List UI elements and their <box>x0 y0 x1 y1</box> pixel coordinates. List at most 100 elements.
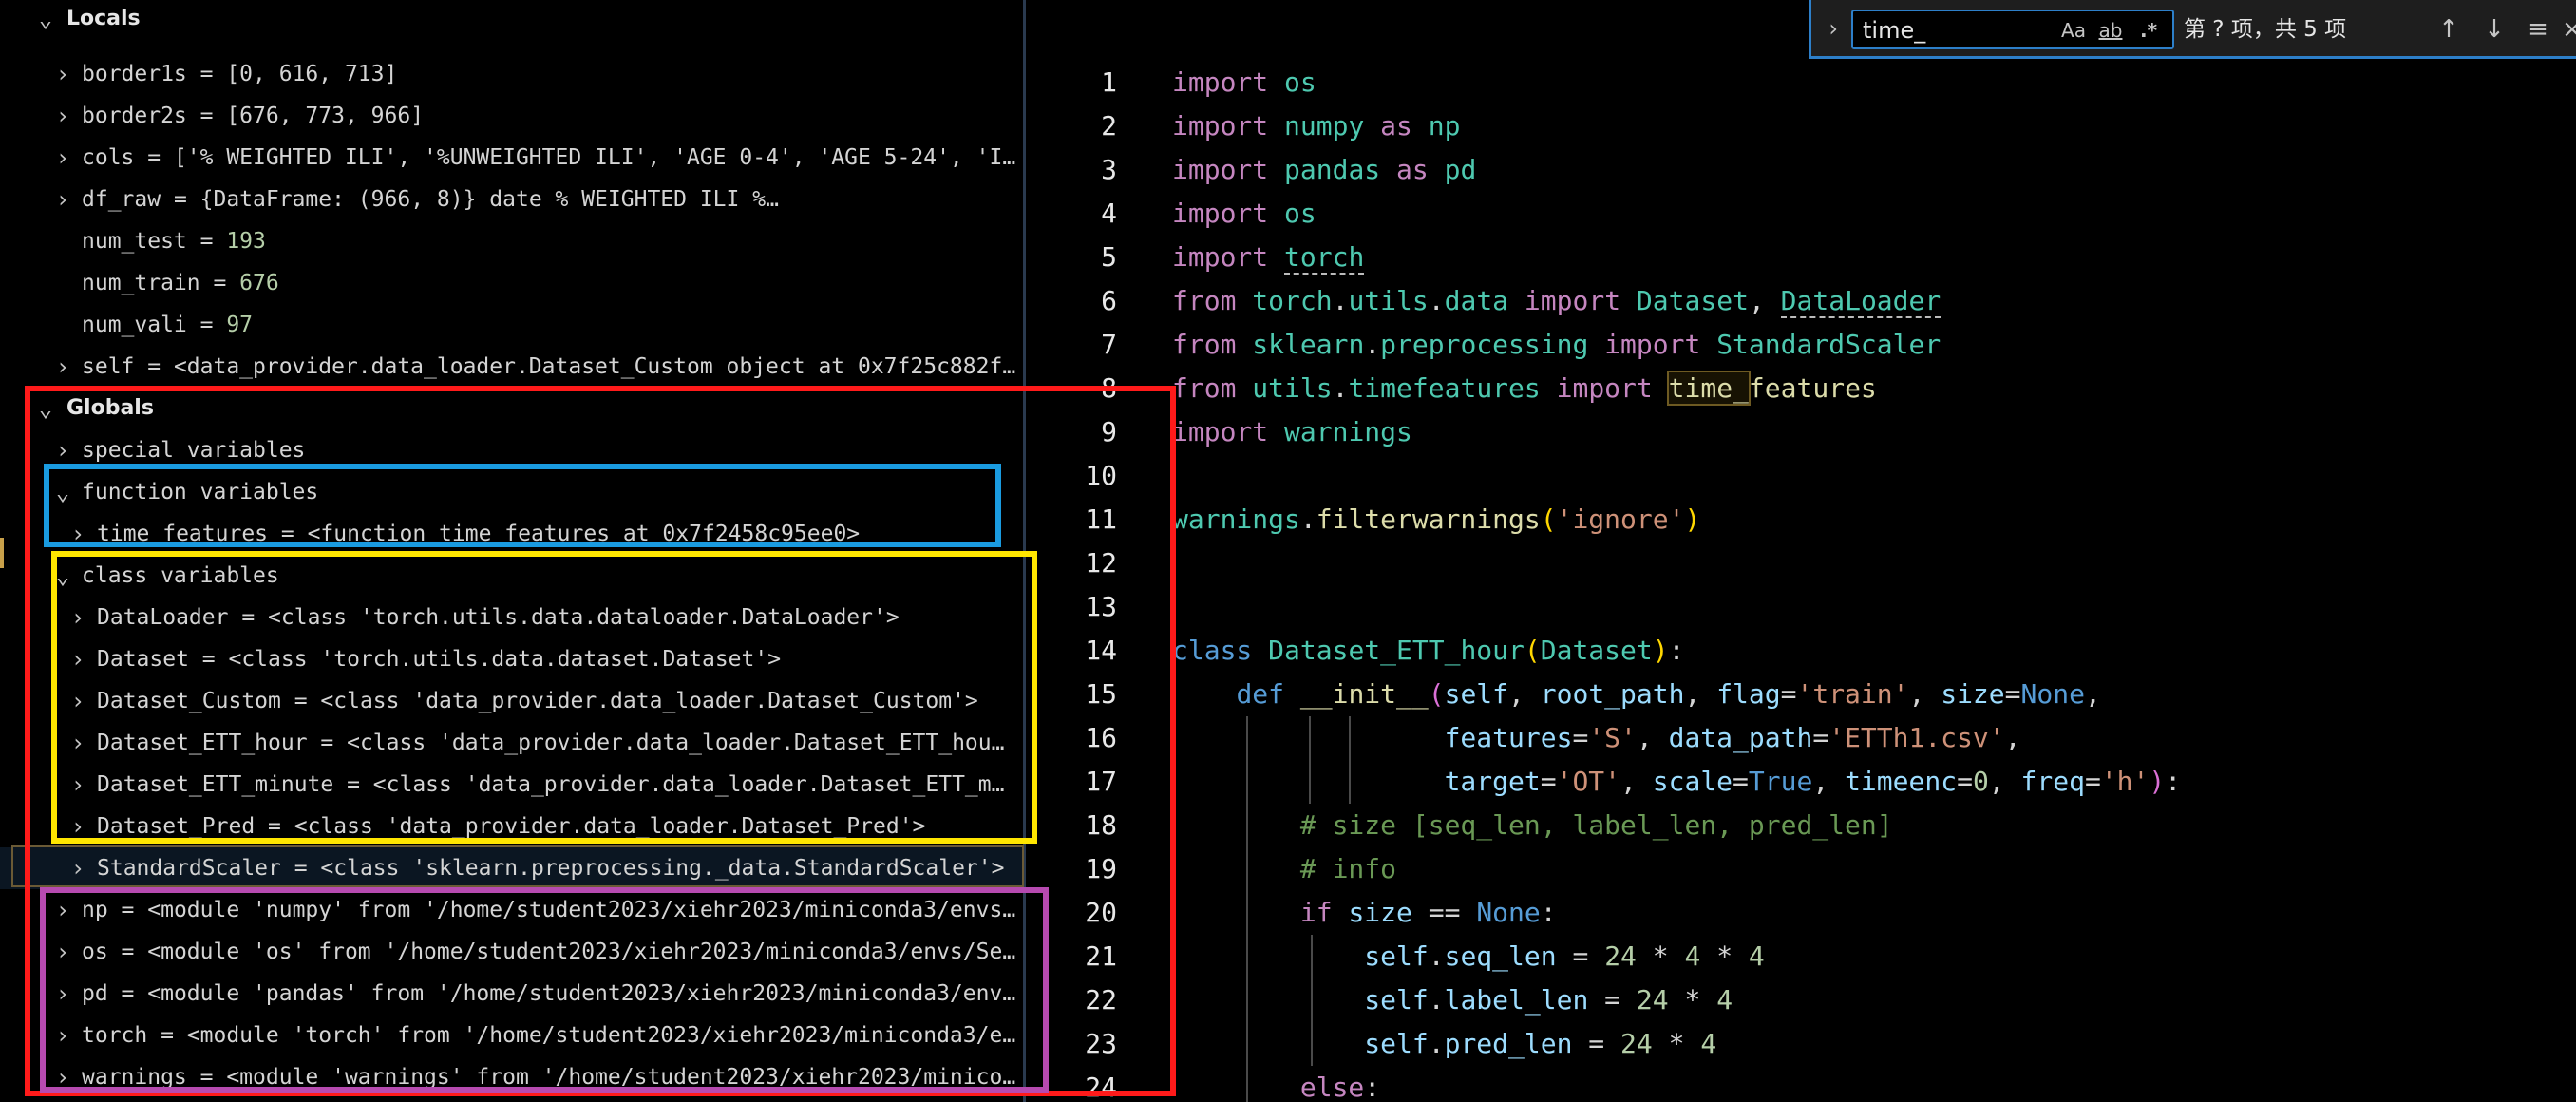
variable-row[interactable]: › torch = <module 'torch' from '/home/st… <box>0 1015 1022 1056</box>
variable-row[interactable]: › df_raw = {DataFrame: (966, 8)} date % … <box>0 179 1022 220</box>
variable-row[interactable]: › Dataset_ETT_minute = <class 'data_prov… <box>0 764 1022 806</box>
variable-row[interactable]: › np = <module 'numpy' from '/home/stude… <box>0 889 1022 931</box>
code-editor[interactable]: 1 2 3 4 5 6 7 8 9 10 11 12 13 14 15 16 1… <box>1026 0 2576 1102</box>
variable-name: Dataset_Custom <box>97 689 281 713</box>
chevron-right-icon: › <box>55 1022 70 1049</box>
line-number: 3 <box>1101 154 1117 185</box>
code-line[interactable]: self.pred_len = 24 * 4 <box>1172 1022 1716 1066</box>
code-line[interactable]: from utils.timefeatures import time_feat… <box>1172 367 1877 410</box>
variable-value: <class 'data_provider.data_loader.Datase… <box>372 772 1016 797</box>
variable-row[interactable]: › os = <module 'os' from '/home/student2… <box>0 931 1022 973</box>
variable-value: 193 <box>226 229 266 254</box>
line-number: 14 <box>1085 635 1117 666</box>
code-line[interactable]: from sklearn.preprocessing import Standa… <box>1172 323 1941 367</box>
variable-row[interactable]: num_test = 193 <box>0 220 1022 262</box>
line-number: 20 <box>1085 897 1117 928</box>
variable-row[interactable]: › time_features = <function time_feature… <box>0 513 1022 555</box>
chevron-right-icon: › <box>55 939 70 965</box>
find-in-selection-icon[interactable]: ≡ <box>2522 13 2554 46</box>
scope-globals[interactable]: ⌄ Globals <box>0 388 1022 429</box>
variable-row[interactable]: › self = <data_provider.data_loader.Data… <box>0 346 1022 388</box>
chevron-right-icon: › <box>70 688 85 714</box>
scope-locals[interactable]: ⌄ Locals <box>0 0 1022 40</box>
variable-name: StandardScaler <box>97 856 281 881</box>
code-line[interactable]: # info <box>1172 847 1396 891</box>
line-number: 22 <box>1085 984 1117 1016</box>
code-line[interactable]: import warnings <box>1172 410 1412 454</box>
code-line[interactable]: import numpy as np <box>1172 104 1460 148</box>
focus-indicator <box>0 538 4 568</box>
variable-name: Dataset_ETT_minute <box>97 772 334 797</box>
code-line[interactable]: self.seq_len = 24 * 4 * 4 <box>1172 935 1764 978</box>
special-variables-group[interactable]: › special variables <box>0 429 1022 471</box>
variable-row[interactable]: › border1s = [0, 616, 713] <box>0 53 1022 95</box>
variable-name: num_vali <box>82 313 187 337</box>
chevron-down-icon: ⌄ <box>55 479 70 505</box>
line-number: 6 <box>1101 285 1117 316</box>
code-line[interactable]: import os <box>1172 61 1316 104</box>
variable-row[interactable]: › cols = ['% WEIGHTED ILI', '%UNWEIGHTED… <box>0 137 1022 179</box>
variable-name: os <box>82 940 108 964</box>
code-line[interactable]: self.label_len = 24 * 4 <box>1172 978 1733 1022</box>
code-line[interactable]: from torch.utils.data import Dataset, Da… <box>1172 279 1941 323</box>
variable-row[interactable]: › border2s = [676, 773, 966] <box>0 95 1022 137</box>
chevron-right-icon: › <box>55 897 70 923</box>
chevron-right-icon: › <box>70 813 85 840</box>
arrow-down-icon[interactable]: ↓ <box>2478 13 2510 46</box>
chevron-right-icon[interactable]: › <box>1823 15 1844 42</box>
variable-value: <module 'os' from '/home/student2023/xie… <box>147 940 1016 964</box>
line-number: 18 <box>1085 809 1117 841</box>
scope-label: Globals <box>66 396 154 420</box>
variable-row[interactable]: › warnings = <module 'warnings' from '/h… <box>0 1056 1022 1098</box>
match-case-toggle[interactable]: Aa <box>2058 17 2089 44</box>
regex-toggle[interactable]: .* <box>2132 17 2165 44</box>
variable-row[interactable]: › Dataset = <class 'torch.utils.data.dat… <box>0 638 1022 680</box>
line-number: 19 <box>1085 853 1117 884</box>
line-number: 9 <box>1101 416 1117 447</box>
variable-value: <data_provider.data_loader.Dataset_Custo… <box>173 354 1016 379</box>
class-variables-group[interactable]: ⌄ class variables <box>0 555 1022 597</box>
variable-value: <class 'data_provider.data_loader.Datase… <box>294 814 926 839</box>
variable-value: <module 'warnings' from '/home/student20… <box>226 1065 1016 1090</box>
variable-row[interactable]: num_train = 676 <box>0 262 1022 304</box>
variable-name: warnings <box>82 1065 187 1090</box>
code-line[interactable]: import torch <box>1172 236 1365 279</box>
code-line[interactable]: else: <box>1172 1066 1380 1102</box>
code-line[interactable]: target='OT', scale=True, timeenc=0, freq… <box>1172 760 2182 804</box>
variable-value: 97 <box>226 313 254 337</box>
function-variables-group[interactable]: ⌄ function variables <box>0 471 1022 513</box>
code-line[interactable]: if size == None: <box>1172 891 1557 935</box>
variable-name: Dataset_ETT_hour <box>97 731 308 755</box>
variable-row[interactable]: › Dataset_Pred = <class 'data_provider.d… <box>0 806 1022 847</box>
variable-row[interactable]: › pd = <module 'pandas' from '/home/stud… <box>0 973 1022 1015</box>
chevron-right-icon: › <box>55 980 70 1007</box>
code-line[interactable]: class Dataset_ETT_hour(Dataset): <box>1172 629 1684 673</box>
find-input[interactable] <box>1863 15 2053 46</box>
code-line[interactable]: features='S', data_path='ETTh1.csv', <box>1172 716 2021 760</box>
variable-value: <class 'torch.utils.data.dataset.Dataset… <box>228 647 782 672</box>
variable-row[interactable]: num_vali = 97 <box>0 304 1022 346</box>
code-line[interactable]: # size [seq_len, label_len, pred_len] <box>1172 804 1893 847</box>
chevron-right-icon: › <box>55 437 70 464</box>
find-widget: › Aa ab .* 第 ? 项，共 5 项 ↑ ↓ ≡ × <box>1809 0 2576 59</box>
variable-value: 676 <box>239 271 279 295</box>
chevron-right-icon: › <box>55 61 70 87</box>
variable-row[interactable]: › Dataset_Custom = <class 'data_provider… <box>0 680 1022 722</box>
variable-value: <function time_features at 0x7f2458c95ee… <box>307 522 861 546</box>
chevron-right-icon: › <box>70 521 85 547</box>
code-line[interactable]: import os <box>1172 192 1316 236</box>
variable-row-selected[interactable]: › StandardScaler = <class 'sklearn.prepr… <box>0 847 1022 889</box>
code-line[interactable]: warnings.filterwarnings('ignore') <box>1172 498 1700 542</box>
line-number: 23 <box>1085 1028 1117 1059</box>
close-icon[interactable]: × <box>2562 13 2576 46</box>
variable-row[interactable]: › Dataset_ETT_hour = <class 'data_provid… <box>0 722 1022 764</box>
variable-row[interactable]: › DataLoader = <class 'torch.utils.data.… <box>0 597 1022 638</box>
code-line[interactable]: def __init__(self, root_path, flag='trai… <box>1172 673 2100 716</box>
line-number: 15 <box>1085 678 1117 710</box>
variable-value: <class 'data_provider.data_loader.Datase… <box>347 731 1016 755</box>
whole-word-toggle[interactable]: ab <box>2094 17 2127 44</box>
code-line[interactable]: import pandas as pd <box>1172 148 1476 192</box>
line-number: 16 <box>1085 722 1117 753</box>
chevron-right-icon: › <box>55 186 70 213</box>
arrow-up-icon[interactable]: ↑ <box>2433 13 2465 46</box>
